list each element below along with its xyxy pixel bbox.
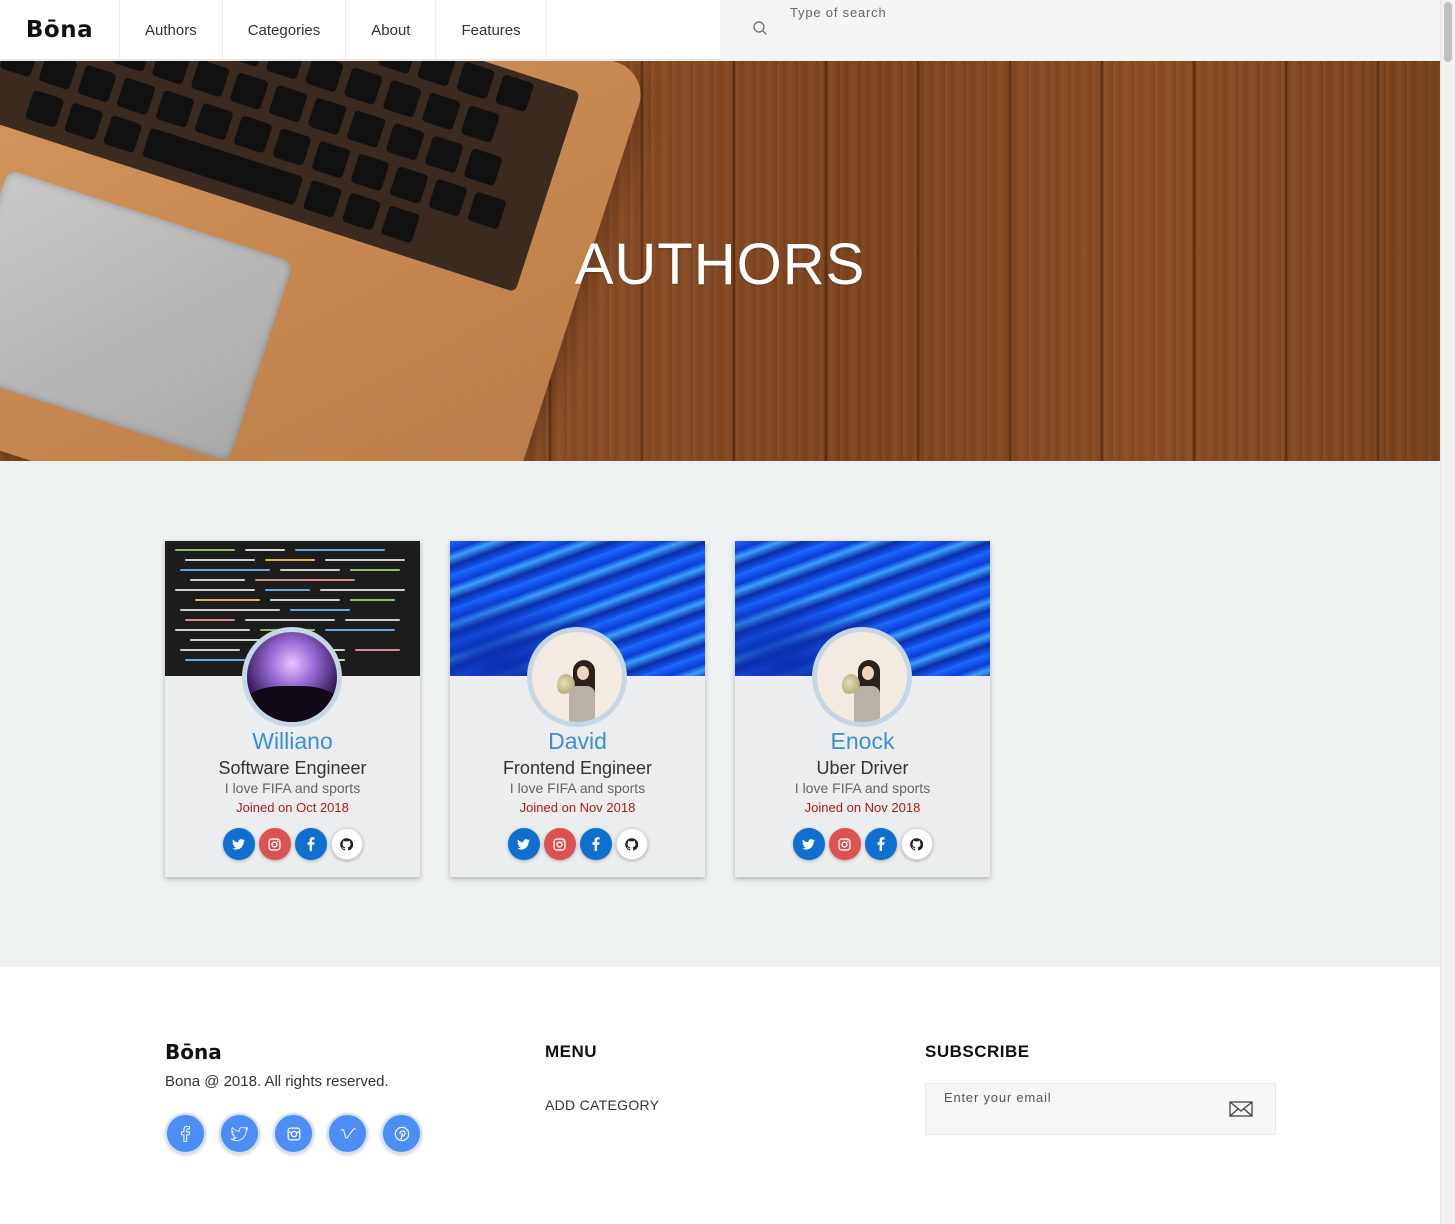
scrollbar-thumb[interactable] <box>1444 2 1452 62</box>
author-avatar <box>527 627 627 727</box>
author-role: Uber Driver <box>816 758 909 778</box>
footer-social-links <box>165 1113 422 1154</box>
envelope-icon[interactable] <box>1228 1098 1254 1120</box>
email-field[interactable] <box>944 1087 1204 1107</box>
github-icon[interactable] <box>330 828 363 860</box>
author-bio: I love FIFA and sports <box>794 780 931 796</box>
top-navbar: Bōna Authors Categories About Features <box>0 0 1440 60</box>
author-bio: I love FIFA and sports <box>509 780 646 796</box>
main-nav: Authors Categories About Features <box>120 0 547 60</box>
hero-banner: AUTHORS <box>0 61 1440 461</box>
author-card[interactable]: Enock Uber Driver I love FIFA and sports… <box>735 541 990 877</box>
facebook-icon[interactable] <box>294 828 327 860</box>
facebook-icon[interactable] <box>579 828 612 860</box>
footer-subscribe-title: SUBSCRIBE <box>925 1042 1030 1061</box>
nav-features[interactable]: Features <box>436 0 547 60</box>
search-input[interactable] <box>790 2 1410 22</box>
search-icon[interactable] <box>752 20 768 36</box>
author-role: Software Engineer <box>218 758 367 778</box>
instagram-icon[interactable] <box>543 828 576 860</box>
author-card[interactable]: Williano Software Engineer I love FIFA a… <box>165 541 420 877</box>
footer-copyright: Bona @ 2018. All rights reserved. <box>165 1073 389 1090</box>
pinterest-icon[interactable] <box>381 1113 422 1154</box>
twitter-icon[interactable] <box>222 828 255 860</box>
instagram-icon[interactable] <box>828 828 861 860</box>
nav-about[interactable]: About <box>346 0 437 60</box>
author-joined-date: Joined on Oct 2018 <box>236 800 349 815</box>
github-icon[interactable] <box>615 828 648 860</box>
facebook-icon[interactable] <box>165 1113 206 1154</box>
page-title: AUTHORS <box>574 232 866 297</box>
instagram-icon[interactable] <box>258 828 291 860</box>
footer-logo[interactable]: Bōna <box>165 1040 222 1064</box>
author-avatar <box>242 627 342 727</box>
author-name[interactable]: Enock <box>735 728 990 755</box>
instagram-icon[interactable] <box>273 1113 314 1154</box>
author-name[interactable]: Williano <box>165 728 420 755</box>
github-icon[interactable] <box>900 828 933 860</box>
author-social-links <box>735 828 990 860</box>
author-cards: Williano Software Engineer I love FIFA a… <box>165 541 990 877</box>
page-footer: Bōna Bona @ 2018. All rights reserved. M… <box>0 967 1440 1224</box>
twitter-icon[interactable] <box>507 828 540 860</box>
brand-logo[interactable]: Bōna <box>0 0 120 60</box>
author-joined-date: Joined on Nov 2018 <box>804 800 921 815</box>
twitter-icon[interactable] <box>219 1113 260 1154</box>
footer-link-add-category[interactable]: ADD CATEGORY <box>545 1097 659 1113</box>
author-social-links <box>165 828 420 860</box>
author-social-links <box>450 828 705 860</box>
author-card[interactable]: David Frontend Engineer I love FIFA and … <box>450 541 705 877</box>
page-scrollbar[interactable] <box>1440 0 1455 1224</box>
footer-menu-title: MENU <box>545 1042 598 1061</box>
author-avatar <box>812 627 912 727</box>
twitter-icon[interactable] <box>792 828 825 860</box>
author-bio: I love FIFA and sports <box>224 780 361 796</box>
subscribe-form <box>925 1083 1276 1135</box>
search-bar <box>720 0 1440 60</box>
facebook-icon[interactable] <box>864 828 897 860</box>
vimeo-icon[interactable] <box>327 1113 368 1154</box>
author-joined-date: Joined on Nov 2018 <box>519 800 636 815</box>
nav-authors[interactable]: Authors <box>120 0 223 60</box>
author-role: Frontend Engineer <box>502 758 653 778</box>
nav-categories[interactable]: Categories <box>223 0 347 60</box>
author-name[interactable]: David <box>450 728 705 755</box>
